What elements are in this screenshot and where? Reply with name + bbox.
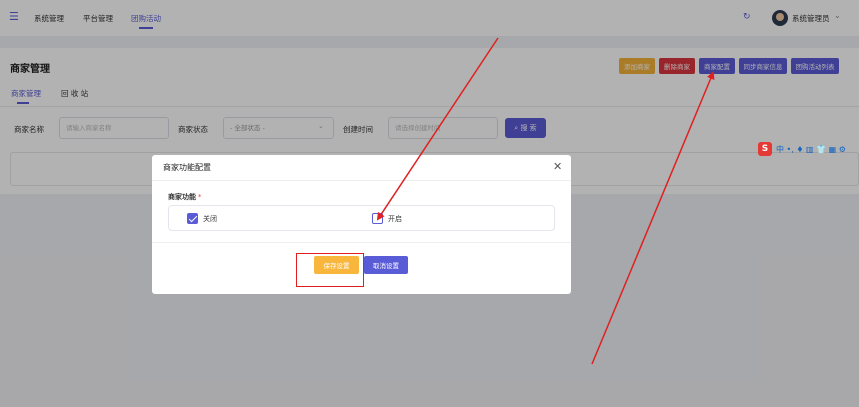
arrow-to-merchant-config: [591, 71, 715, 365]
arrow-to-enable-option: [376, 37, 499, 221]
annotation-arrows: [376, 37, 715, 365]
